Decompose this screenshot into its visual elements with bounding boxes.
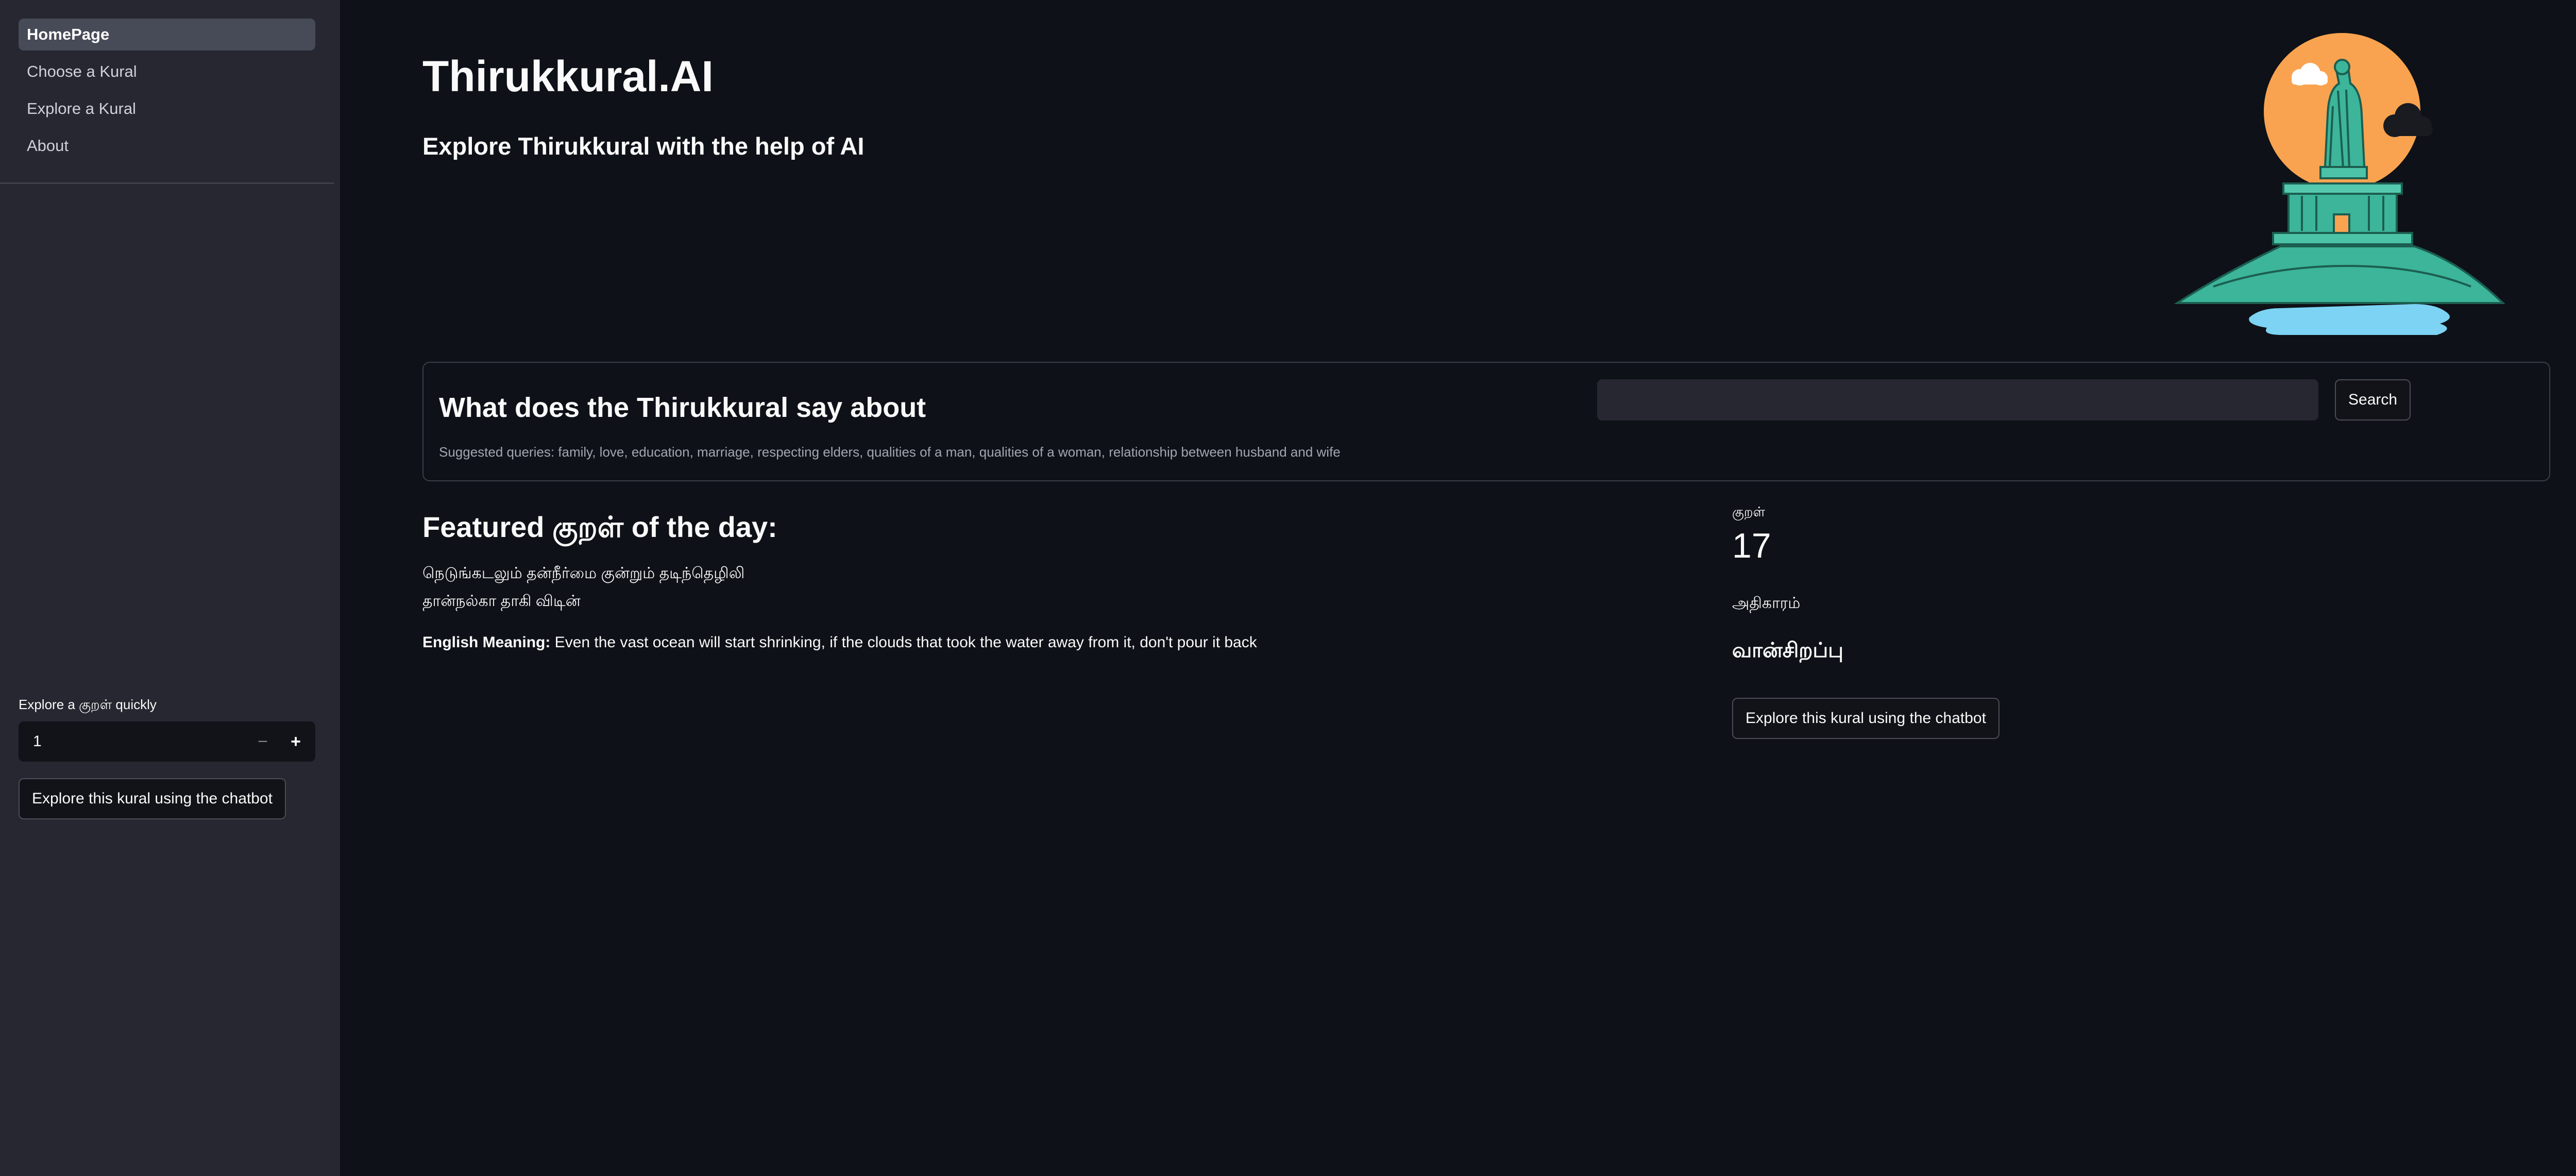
- sidebar-item-choose-kural[interactable]: Choose a Kural: [19, 56, 315, 88]
- kural-number-input[interactable]: 1: [33, 721, 42, 762]
- sidebar-item-explore-kural[interactable]: Explore a Kural: [19, 93, 315, 125]
- kural-number-value: 17: [1732, 526, 1771, 565]
- search-input[interactable]: [1597, 379, 2318, 421]
- chapter-value: வான்சிறப்பு: [1732, 639, 1844, 662]
- english-meaning-label: English Meaning:: [422, 634, 551, 651]
- page-subtitle: Explore Thirukkural with the help of AI: [422, 132, 865, 160]
- featured-chatbot-button[interactable]: Explore this kural using the chatbot: [1732, 698, 1999, 739]
- chapter-label: அதிகாரம்: [1732, 595, 1801, 612]
- featured-title: Featured குறள் of the day:: [422, 511, 777, 543]
- thiruvalluvar-statue-icon: [2174, 33, 2505, 335]
- page-title: Thirukkural.AI: [422, 52, 714, 100]
- english-meaning-text: Even the vast ocean will start shrinking…: [550, 634, 1257, 651]
- kural-line-2: தான்நல்கா தாகி விடின்: [422, 593, 581, 610]
- search-button[interactable]: Search: [2335, 379, 2411, 421]
- sidebar-item-homepage[interactable]: HomePage: [19, 19, 315, 51]
- quick-explore-label: Explore a குறள் quickly: [19, 697, 157, 712]
- kural-line-1: நெடுங்கடலும் தன்நீர்மை குன்றும் தடிந்தெழ…: [422, 565, 745, 582]
- search-card: What does the Thirukkural say about Sugg…: [422, 362, 2550, 481]
- increment-button[interactable]: +: [279, 721, 312, 762]
- sidebar-chatbot-button[interactable]: Explore this kural using the chatbot: [19, 778, 286, 819]
- sidebar-item-about[interactable]: About: [19, 130, 315, 162]
- kural-number-stepper: 1 − +: [19, 721, 315, 762]
- sidebar-nav: HomePage Choose a Kural Explore a Kural …: [19, 19, 315, 167]
- search-heading: What does the Thirukkural say about: [439, 392, 926, 423]
- decrement-button[interactable]: −: [246, 721, 279, 762]
- kural-number-label: குறள்: [1732, 504, 1766, 519]
- english-meaning: English Meaning: Even the vast ocean wil…: [422, 634, 1257, 651]
- sidebar-divider: [0, 182, 334, 184]
- sidebar: HomePage Choose a Kural Explore a Kural …: [0, 0, 340, 1176]
- suggested-queries: Suggested queries: family, love, educati…: [439, 444, 1341, 460]
